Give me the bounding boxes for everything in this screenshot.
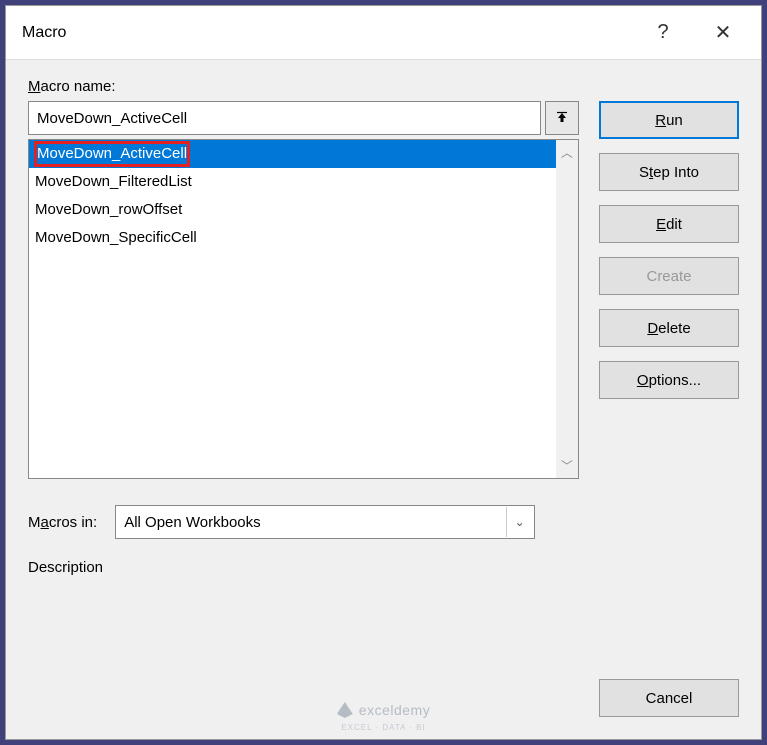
create-button: Create <box>599 257 739 295</box>
macro-name-label: Macro name: <box>28 78 739 95</box>
chevron-down-icon: ⌄ <box>506 507 532 537</box>
description-label: Description <box>28 559 739 576</box>
macro-list-item[interactable]: MoveDown_FilteredList <box>29 168 556 196</box>
help-button[interactable]: ? <box>633 6 693 60</box>
macro-list-item[interactable]: MoveDown_rowOffset <box>29 196 556 224</box>
watermark-sub: EXCEL · DATA · BI <box>341 723 425 732</box>
close-button[interactable]: ✕ <box>693 6 753 60</box>
macros-in-value: All Open Workbooks <box>124 514 260 531</box>
scroll-down-icon: 〉 <box>558 459 575 471</box>
macros-in-dropdown[interactable]: All Open Workbooks ⌄ <box>115 505 535 539</box>
watermark-icon <box>337 702 353 718</box>
up-arrow-icon <box>554 110 570 126</box>
macro-list-item[interactable]: MoveDown_SpecificCell <box>29 224 556 252</box>
delete-button[interactable]: Delete <box>599 309 739 347</box>
macro-dialog: Macro ? ✕ Macro name: MoveDow <box>5 5 762 740</box>
reference-up-button[interactable] <box>545 101 579 135</box>
cancel-button[interactable]: Cancel <box>599 679 739 717</box>
listbox-scrollbar[interactable]: 〈 〉 <box>556 140 578 478</box>
macro-listbox[interactable]: MoveDown_ActiveCellMoveDown_FilteredList… <box>28 139 579 479</box>
scroll-up-icon: 〈 <box>558 146 575 158</box>
macro-list-item[interactable]: MoveDown_ActiveCell <box>29 140 556 168</box>
macro-name-input[interactable] <box>28 101 541 135</box>
dialog-content: Macro name: MoveDown_ActiveCellMoveDown_… <box>6 60 761 739</box>
macros-in-label: Macros in: <box>28 514 97 531</box>
titlebar: Macro ? ✕ <box>6 6 761 60</box>
edit-button[interactable]: Edit <box>599 205 739 243</box>
step-into-button[interactable]: Step Into <box>599 153 739 191</box>
options-button[interactable]: Options... <box>599 361 739 399</box>
run-button[interactable]: Run <box>599 101 739 139</box>
dialog-title: Macro <box>22 24 633 42</box>
watermark: exceldemy <box>337 702 430 718</box>
